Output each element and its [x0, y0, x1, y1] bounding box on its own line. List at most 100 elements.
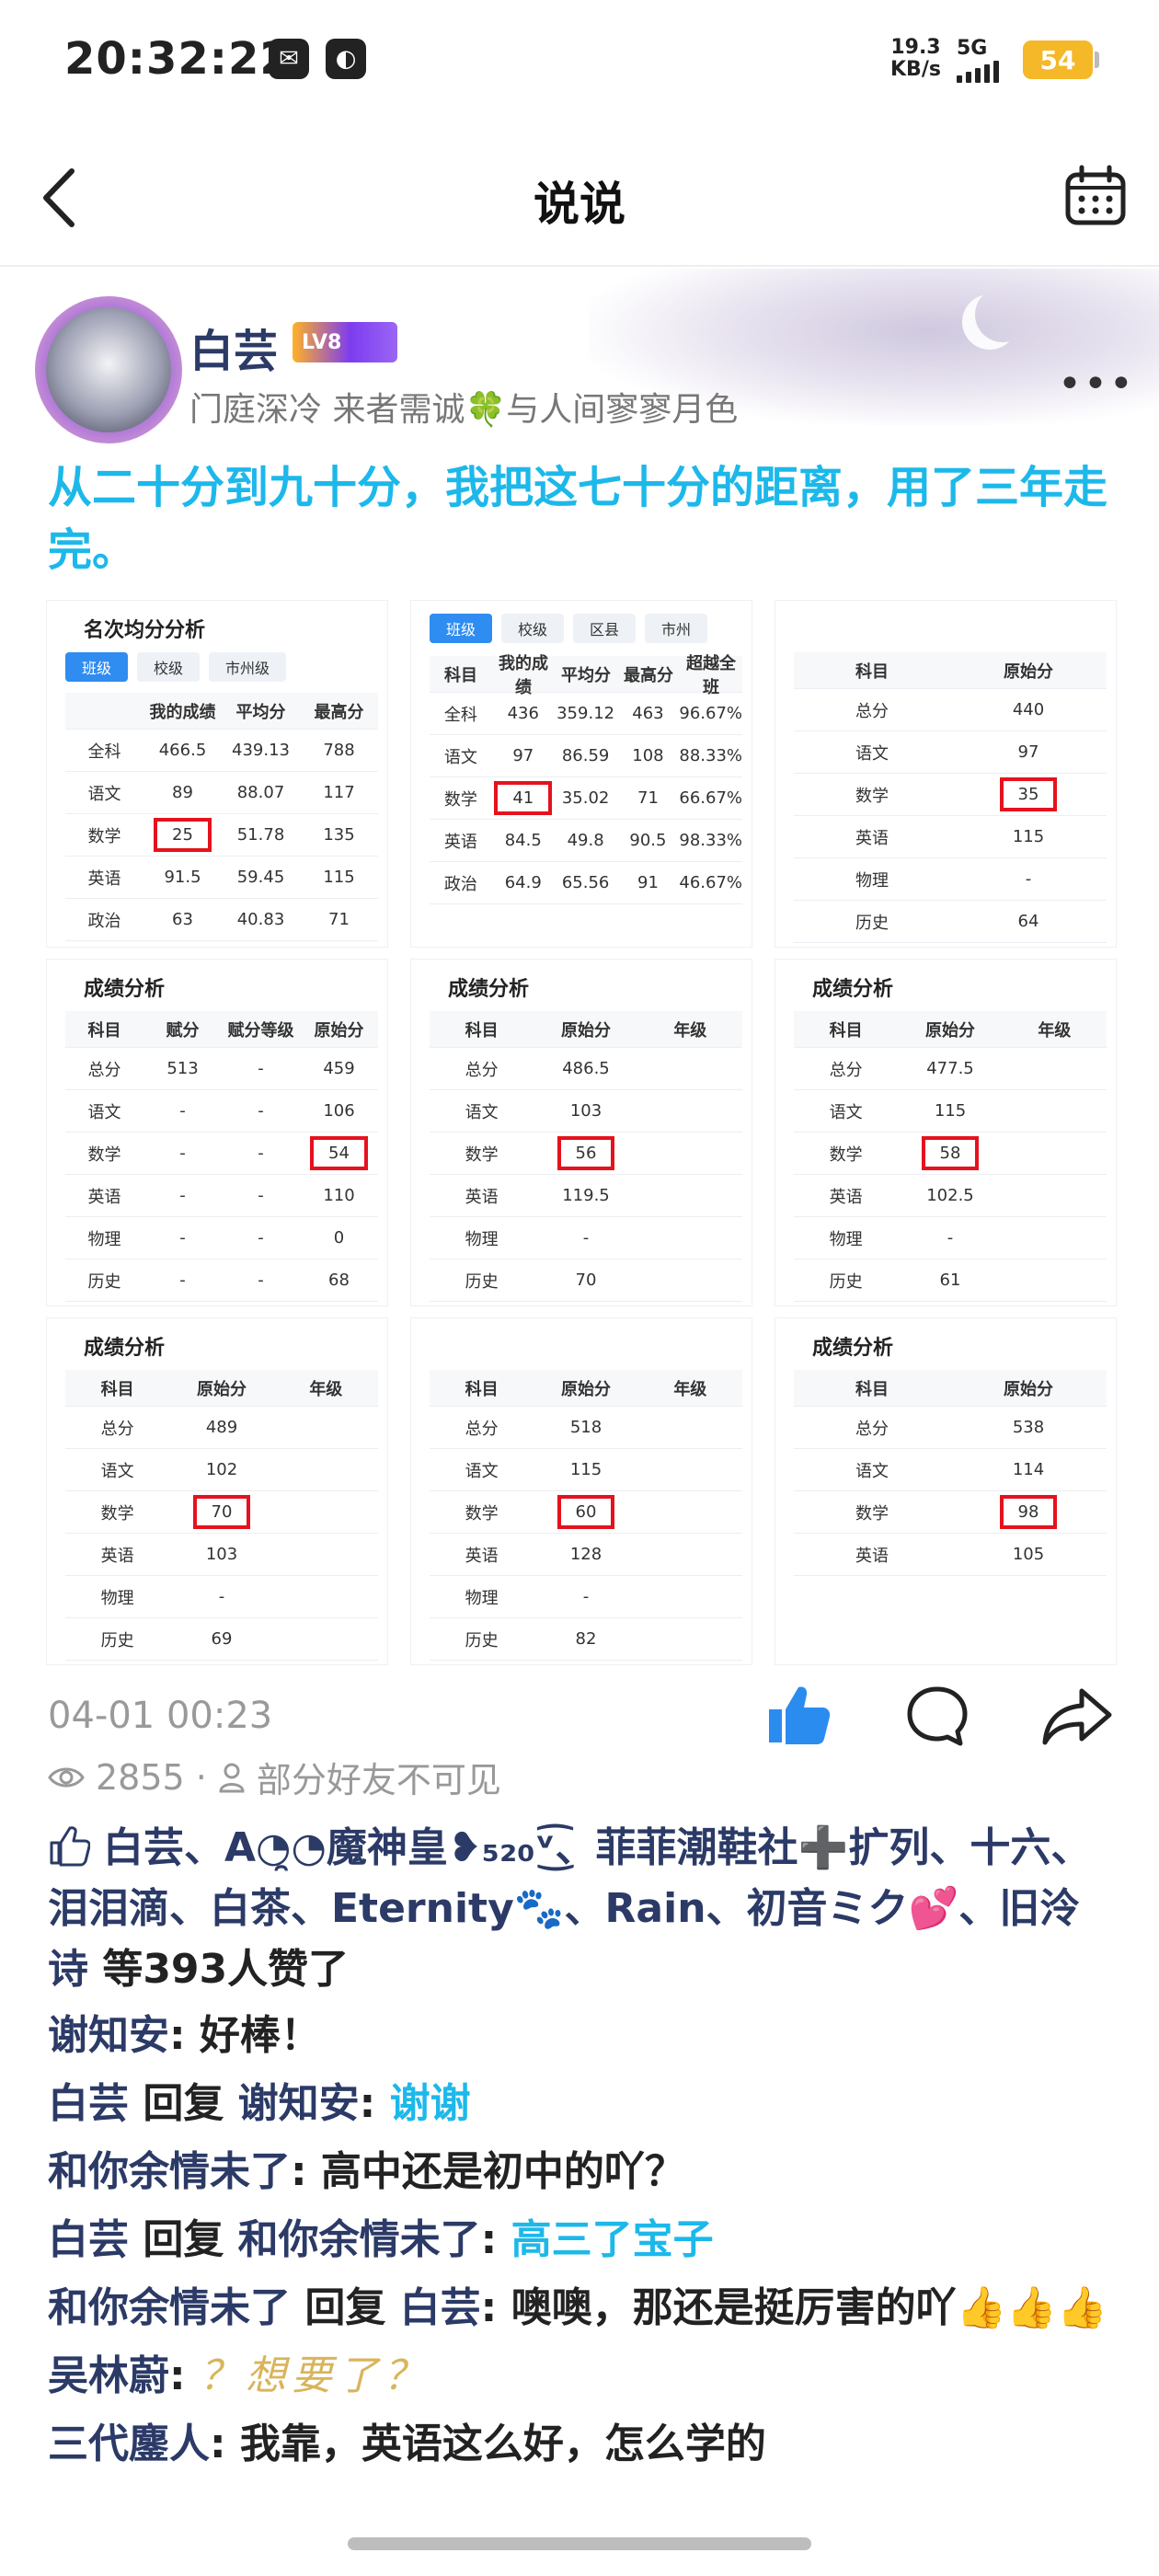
score-cell: 政治	[443, 874, 477, 894]
score-cell-highlight: 25	[143, 818, 222, 852]
score-cell: -	[258, 1271, 264, 1290]
comment-icon[interactable]	[905, 1684, 970, 1748]
score-cell: 总分	[465, 1060, 499, 1080]
highlighted-score: 98	[999, 1495, 1058, 1529]
score-table-row: 物理 -	[430, 1576, 742, 1618]
score-table-row: 历史 61	[794, 1259, 1107, 1302]
score-cell: 物理	[87, 1229, 121, 1249]
score-cell: 103	[569, 1101, 602, 1121]
author-name[interactable]: 白芸	[189, 315, 278, 379]
score-tab[interactable]: 校级	[501, 614, 565, 643]
score-cell: 359.12	[557, 704, 615, 723]
share-icon[interactable]	[1041, 1685, 1113, 1746]
score-cell: 英语	[87, 868, 121, 889]
like-icon[interactable]	[763, 1680, 832, 1748]
score-image[interactable]: 科目 原始分 总分 440 语文 97 数学 35 英语 115 物理 - 历史 64	[775, 600, 1117, 948]
score-tab[interactable]: 校级	[137, 652, 201, 682]
commenter-name[interactable]: 白芸	[48, 2080, 129, 2127]
score-table-row: 英语 128	[430, 1534, 742, 1576]
score-cell: 439.13	[232, 741, 290, 760]
eye-icon	[48, 1767, 85, 1787]
score-cell: 463	[632, 704, 664, 723]
score-cell: -	[179, 1271, 186, 1290]
score-cell-highlight: 60	[534, 1495, 637, 1529]
score-cell: 语文	[100, 1461, 134, 1481]
score-image[interactable]: 成绩分析 科目 赋分 赋分等级 原始分 总分 513 - 459 语文 - - 106 数学 - - 54 英语 -…	[46, 959, 388, 1306]
score-tab[interactable]: 班级	[65, 652, 129, 682]
comment-item[interactable]: 吴林蔚: ？想要了？	[48, 2342, 1115, 2410]
score-cell: 91.5	[164, 868, 201, 887]
status-notification-icons: ✉ ◐	[269, 39, 366, 79]
score-cell: 物理	[829, 1229, 863, 1249]
commenter-name[interactable]: 白芸	[48, 2216, 129, 2263]
comment-item[interactable]: 白芸 回复 和你余情未了: 高三了宝子	[48, 2206, 1115, 2274]
score-tab[interactable]: 区县	[573, 614, 637, 643]
status-bar: 20:32:22 ✉ ◐ 19.3 KB/s 5G 54	[0, 0, 1159, 129]
reply-target-name[interactable]: 和你余情未了	[238, 2216, 481, 2263]
score-header-cell: 最高分	[314, 702, 364, 722]
score-image[interactable]: 成绩分析 科目 原始分 年级 总分 489 语文 102 数学 70 英语 103 物理 - 历史 69	[46, 1317, 388, 1665]
comment-item[interactable]: 和你余情未了 回复 白芸: 噢噢，那还是挺厉害的吖👍👍👍	[48, 2274, 1115, 2342]
score-header-cell: 原始分	[560, 1020, 611, 1041]
score-cell: 49.8	[567, 831, 604, 850]
score-header-cell: 原始分	[314, 1020, 364, 1041]
score-table-row: 总分 477.5	[794, 1048, 1107, 1090]
commenter-name[interactable]: 和你余情未了	[48, 2284, 291, 2331]
score-cell: 总分	[855, 701, 889, 721]
reply-target-name[interactable]: 白芸	[400, 2284, 481, 2331]
commenter-name[interactable]: 吴林蔚	[48, 2352, 169, 2399]
score-cell: 64	[1017, 912, 1039, 931]
score-image[interactable]: 名次均分分析 班级 校级 市州级 我的成绩 平均分 最高分 全科 466.5 439.13 788 语…	[46, 600, 388, 948]
score-image[interactable]: 科目 原始分 年级 总分 518 语文 115 数学 60 英语 128 物理 - 历史 82	[410, 1317, 752, 1665]
score-cell: -	[179, 1186, 186, 1205]
score-image[interactable]: 成绩分析 科目 原始分 总分 538 语文 114 数学 98 英语 105	[775, 1317, 1117, 1665]
calendar-icon[interactable]	[1063, 164, 1128, 228]
more-options-icon[interactable]: •••	[1058, 361, 1135, 408]
score-cell: 477.5	[926, 1059, 974, 1078]
score-image[interactable]: 成绩分析 科目 原始分 年级 总分 477.5 语文 115 数学 58 英语 102.5 物理 - 历史 6…	[775, 959, 1117, 1306]
page-title: 说说	[534, 178, 625, 231]
score-table-row: 数学 56	[430, 1133, 742, 1175]
comment-item[interactable]: 白芸 回复 谢知安: 谢谢	[48, 2070, 1115, 2138]
avatar[interactable]	[35, 296, 182, 443]
score-cell: 69	[211, 1629, 233, 1649]
comment-item[interactable]: 和你余情未了: 高中还是初中的吖？	[48, 2138, 1115, 2206]
score-table-header: 我的成绩 平均分 最高分	[65, 693, 378, 730]
score-header-cell: 科目	[855, 661, 889, 682]
score-cell: 数学	[465, 1503, 499, 1524]
reply-target-name[interactable]: 谢知安	[238, 2080, 360, 2127]
score-image[interactable]: 班级 校级 区县 市州 科目 我的成绩 平均分 最高分 超越全班 全科 436 359.12 463 96…	[410, 600, 752, 948]
score-cell: 68	[328, 1271, 350, 1290]
score-image[interactable]: 成绩分析 科目 原始分 年级 总分 486.5 语文 103 数学 56 英语 119.5 物理 - 历史 7…	[410, 959, 752, 1306]
score-tab[interactable]: 市州	[645, 614, 708, 643]
score-cell: 84.5	[504, 831, 542, 850]
score-cell: -	[258, 1059, 264, 1078]
comment-text: 高中还是初中的吖？	[320, 2148, 685, 2195]
home-indicator[interactable]	[348, 2537, 811, 2550]
score-cell: 788	[323, 741, 355, 760]
score-tabs: 班级 校级 区县 市州	[430, 614, 708, 643]
score-cell: -	[179, 1101, 186, 1121]
score-cell: 英语	[465, 1187, 499, 1207]
commenter-name[interactable]: 三代鏖人	[48, 2421, 210, 2467]
score-table-row: 全科 466.5 439.13 788	[65, 730, 378, 772]
score-header-cell: 我的成绩	[499, 653, 548, 697]
comment-item[interactable]: 谢知安: 好棒！	[48, 2002, 1115, 2070]
score-cell: 71	[328, 910, 350, 929]
score-cell: 语文	[465, 1461, 499, 1481]
score-cell: 489	[205, 1418, 238, 1437]
score-header-cell: 年级	[1038, 1020, 1072, 1041]
score-cell: 135	[323, 825, 355, 845]
score-table-row: 数学 98	[794, 1491, 1107, 1534]
comment-list: 谢知安: 好棒！ 白芸 回复 谢知安: 谢谢 和你余情未了: 高中还是初中的吖？ 白芸…	[48, 2002, 1115, 2478]
score-table-header: 科目 原始分 年级	[430, 1011, 742, 1048]
score-tab[interactable]: 市州级	[209, 652, 287, 682]
score-cell: 英语	[855, 828, 889, 848]
comment-item[interactable]: 三代鏖人: 我靠，英语这么好，怎么学的	[48, 2410, 1115, 2478]
network-speed-value: 19.3	[890, 36, 941, 59]
commenter-name[interactable]: 和你余情未了	[48, 2148, 291, 2195]
score-cell: 96.67%	[679, 704, 743, 723]
score-table: 科目 原始分 总分 538 语文 114 数学 98 英语 105	[794, 1370, 1107, 1576]
score-tab[interactable]: 班级	[430, 614, 493, 643]
commenter-name[interactable]: 谢知安	[48, 2012, 169, 2059]
